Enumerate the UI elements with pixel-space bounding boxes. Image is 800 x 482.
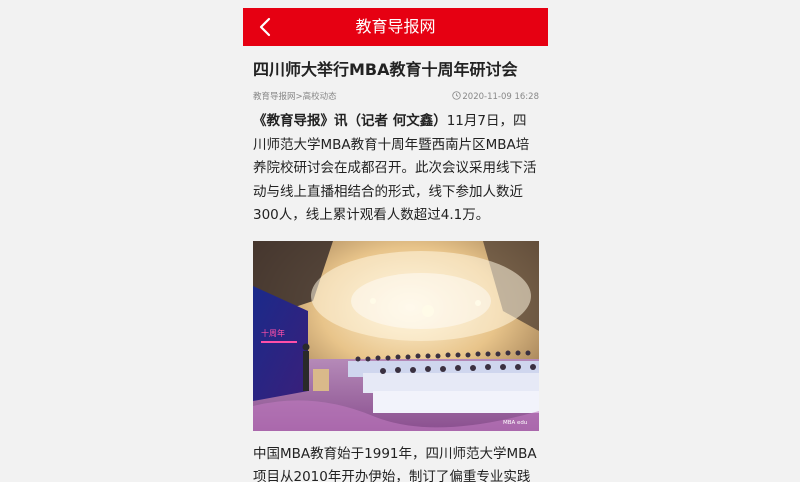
article-photo[interactable]: 十周年 MBA edu: [253, 240, 539, 431]
article-meta: 教育导报网>高校动态 2020-11-09 16:28: [253, 90, 539, 104]
article-title: 四川师大举行MBA教育十周年研讨会: [253, 60, 518, 79]
article-content: 四川师大举行MBA教育十周年研讨会 教育导报网>高校动态 2020-11-09 …: [253, 46, 539, 482]
phone-screen: 教育导报网 四川师大举行MBA教育十周年研讨会 教育导报网>高校动态 2020-…: [243, 0, 548, 482]
top-navigation-bar: 教育导报网: [243, 8, 548, 46]
publish-date-wrap: 2020-11-09 16:28: [452, 90, 539, 104]
publish-date: 2020-11-09 16:28: [462, 92, 539, 102]
article-paragraph-2: 中国MBA教育始于1991年，四川师范大学MBA项目从2010年开办伊始，制订了…: [253, 445, 537, 482]
site-title: 教育导报网: [355, 17, 436, 36]
article-paragraph-1-text: 11月7日，四川师范大学MBA教育十周年暨西南片区MBA培养院校研讨会在成都召开…: [253, 113, 537, 223]
svg-text:十周年: 十周年: [261, 328, 285, 338]
clock-icon: [452, 91, 462, 100]
conference-hall-image: 十周年 MBA edu: [253, 240, 539, 431]
image-watermark: MBA edu: [503, 420, 527, 426]
breadcrumb[interactable]: 教育导报网>高校动态: [253, 90, 337, 104]
article-lead: 《教育导报》讯（记者 何文鑫）: [253, 113, 447, 129]
article-paragraph-1: 《教育导报》讯（记者 何文鑫）11月7日，四川师范大学MBA教育十周年暨西南片区…: [253, 110, 539, 228]
